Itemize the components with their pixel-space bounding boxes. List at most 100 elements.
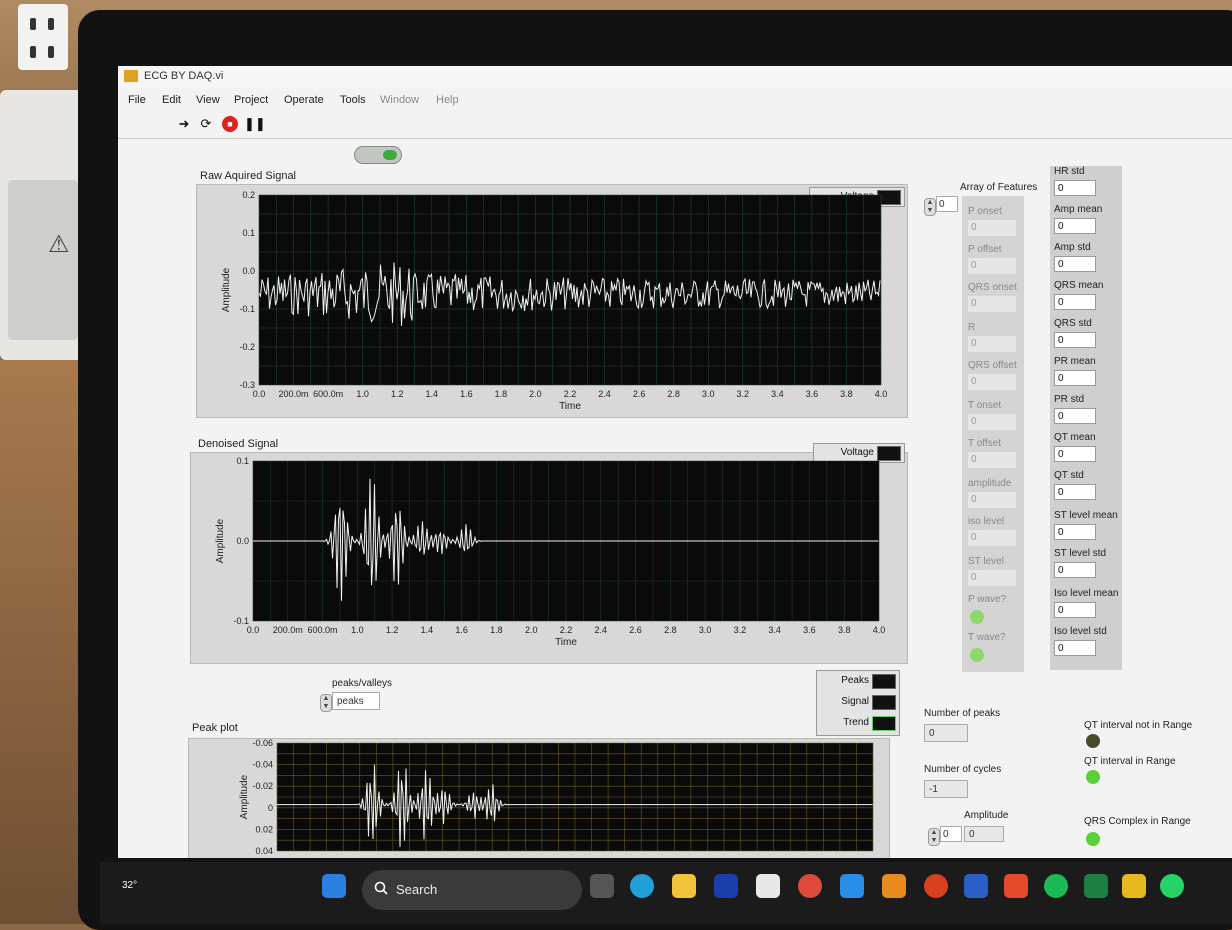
search-icon	[374, 881, 388, 895]
peaks-valleys-label: peaks/valleys	[332, 678, 393, 689]
labview-taskbar-icon[interactable]	[1122, 874, 1146, 898]
raw-x-tick: 1.2	[391, 389, 404, 399]
spotify-icon[interactable]	[1044, 874, 1068, 898]
word-icon[interactable]	[964, 874, 988, 898]
brave-browser-icon[interactable]	[1004, 874, 1028, 898]
denoised-x-tick: 1.2	[386, 625, 399, 635]
feature-value: 0	[968, 492, 1016, 508]
raw-x-tick: 2.6	[633, 389, 646, 399]
features-cluster: P onset 0 P offset 0 QRS onset 0 R 0 QRS…	[962, 196, 1024, 672]
denoised-x-tick: 200.0m	[273, 625, 303, 635]
acquire-toggle-switch[interactable]	[354, 146, 402, 164]
raw-x-tick: 1.8	[495, 389, 508, 399]
vscode-icon[interactable]	[840, 874, 864, 898]
raw-x-tick: 2.4	[598, 389, 611, 399]
stat-label: Iso level std	[1054, 626, 1107, 637]
weather-widget[interactable]: 32°	[122, 880, 137, 891]
raw-plot-graph[interactable]: 0.20.10.0-0.1-0.2-0.30.0 200.0m 600.0m 1.0 1…	[197, 185, 907, 417]
abort-stop-icon[interactable]: ■	[222, 116, 238, 132]
stat-value: 0	[1054, 640, 1096, 656]
stat-value: 0	[1054, 562, 1096, 578]
stat-value: 0	[1054, 180, 1096, 196]
start-button-icon[interactable]	[322, 874, 346, 898]
raw-x-tick: 2.8	[667, 389, 680, 399]
stat-value: 0	[1054, 484, 1096, 500]
stat-label: QT std	[1054, 470, 1084, 481]
denoised-plot-graph[interactable]: 0.10.0-0.10.0 200.0m 600.0m 1.0 1.2 1.4 1.6 1.8…	[191, 453, 907, 663]
menu-view[interactable]: View	[196, 94, 220, 106]
chrome-browser-icon[interactable]	[798, 874, 822, 898]
title-bar: ECG BY DAQ.vi	[118, 66, 1232, 88]
edge-browser-icon[interactable]	[630, 874, 654, 898]
feature-value: 0	[968, 374, 1016, 390]
feature-label: P offset	[968, 244, 1002, 255]
denoised-x-tick: 3.0	[699, 625, 712, 635]
stat-value: 0	[1054, 524, 1096, 540]
denoised-x-tick: 0.0	[247, 625, 260, 635]
calendar-app-icon[interactable]	[756, 874, 780, 898]
powerpoint-icon[interactable]	[924, 874, 948, 898]
feature-value: 0	[968, 296, 1016, 312]
qrs-in-range-led	[1086, 832, 1100, 846]
menu-help[interactable]: Help	[436, 94, 459, 106]
menu-window[interactable]: Window	[380, 94, 419, 106]
stat-value: 0	[1054, 370, 1096, 386]
feature-label: iso level	[968, 516, 1005, 527]
raw-x-tick: 3.0	[702, 389, 715, 399]
menu-tools[interactable]: Tools	[340, 94, 366, 106]
raw-x-label: Time	[559, 401, 581, 412]
feature-value: 0	[968, 530, 1016, 546]
file-explorer-icon[interactable]	[672, 874, 696, 898]
feature-value: 0	[968, 336, 1016, 352]
peak-plot-legend[interactable]: Peaks Signal Trend	[816, 670, 900, 736]
stat-label: Iso level mean	[1054, 588, 1119, 599]
denoised-x-tick: 3.6	[803, 625, 816, 635]
store-app-icon[interactable]	[714, 874, 738, 898]
t-wave-label: T wave?	[968, 632, 1006, 643]
amplitude-index[interactable]: 0	[940, 826, 962, 842]
feature-label: amplitude	[968, 478, 1012, 489]
features-index[interactable]: 0	[936, 196, 958, 212]
denoised-x-tick: 4.0	[873, 625, 886, 635]
raw-x-tick: 200.0m	[279, 389, 309, 399]
sublime-icon[interactable]	[882, 874, 906, 898]
excel-icon[interactable]	[1084, 874, 1108, 898]
taskbar-search[interactable]: Search	[362, 870, 582, 910]
run-arrow-icon[interactable]: ➜	[176, 116, 192, 132]
toolbar-divider	[118, 138, 1232, 139]
menu-edit[interactable]: Edit	[162, 94, 181, 106]
feature-value: 0	[968, 258, 1016, 274]
raw-x-tick: 1.6	[460, 389, 473, 399]
menu-project[interactable]: Project	[234, 94, 268, 106]
pause-icon[interactable]: ❚❚	[244, 116, 266, 132]
raw-x-tick: 1.4	[426, 389, 439, 399]
whatsapp-icon[interactable]	[1160, 874, 1184, 898]
stat-value: 0	[1054, 446, 1096, 462]
features-index-spinner[interactable]: ▲ ▼	[924, 198, 936, 216]
peak-plot-graph[interactable]: -0.06 -0.04 -0.02 0 0.02 0.04 Amplitude	[189, 739, 889, 858]
peaks-valleys-select[interactable]: peaks	[332, 692, 380, 710]
denoised-x-tick: 2.8	[664, 625, 677, 635]
run-continuously-icon[interactable]: ⟳	[198, 116, 214, 132]
task-view-icon[interactable]	[590, 874, 614, 898]
amplitude-index-spinner[interactable]: ▲ ▼	[928, 828, 940, 846]
peak-y-label: Amplitude	[239, 774, 250, 819]
stats-cluster: HR std 0 Amp mean 0 Amp std 0 QRS mean 0…	[1050, 166, 1122, 670]
feature-label: QRS offset	[968, 360, 1017, 371]
denoised-x-tick: 1.6	[455, 625, 468, 635]
amplitude-value: 0	[964, 826, 1004, 842]
stat-value: 0	[1054, 294, 1096, 310]
raw-x-tick: 4.0	[875, 389, 888, 399]
denoised-x-tick: 2.4	[595, 625, 608, 635]
qt-in-range-led	[1086, 770, 1100, 784]
menu-file[interactable]: File	[128, 94, 146, 106]
stat-label: ST level mean	[1054, 510, 1118, 521]
raw-x-tick: 0.0	[253, 389, 266, 399]
peaks-valleys-spinner[interactable]: ▲ ▼	[320, 694, 332, 712]
legend-trend-swatch	[872, 716, 896, 731]
denoised-x-tick: 2.2	[560, 625, 573, 635]
warning-icon: ⚠	[48, 231, 70, 258]
menu-operate[interactable]: Operate	[284, 94, 324, 106]
raw-plot-title: Raw Aquired Signal	[200, 170, 297, 182]
denoised-x-tick: 1.4	[421, 625, 434, 635]
